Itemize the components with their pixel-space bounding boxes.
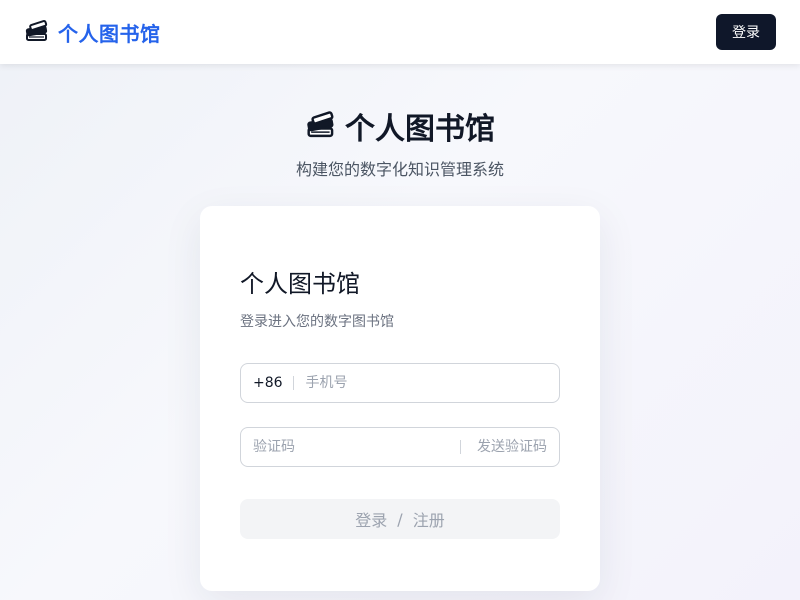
country-code-prefix[interactable]: +86 [253, 376, 294, 390]
card-title: 个人图书馆 [240, 270, 360, 298]
hero: 个人图书馆 构建您的数字化知识管理系统 [0, 104, 800, 180]
login-card: 个人图书馆 登录进入您的数字图书馆 +86 发送验证码 登录 / 注册 [200, 206, 600, 591]
top-nav-bar: 个人图书馆 登录 [0, 0, 800, 64]
submit-separator: / [397, 509, 403, 529]
phone-input[interactable] [305, 375, 547, 391]
page-title: 个人图书馆 [345, 112, 495, 147]
brand[interactable]: 个人图书馆 [24, 18, 161, 47]
phone-field[interactable]: +86 [240, 363, 560, 403]
hero-title-row: 个人图书馆 [305, 104, 495, 148]
verification-code-field[interactable]: 发送验证码 [240, 427, 560, 467]
card-subtitle: 登录进入您的数字图书馆 [240, 314, 394, 330]
submit-register-label: 注册 [412, 511, 445, 530]
send-code-button[interactable]: 发送验证码 [460, 440, 547, 454]
verification-code-input[interactable] [253, 439, 460, 455]
brand-name: 个人图书馆 [58, 21, 161, 46]
login-register-button[interactable]: 登录 / 注册 [240, 499, 560, 539]
books-icon [25, 20, 48, 41]
submit-login-label: 登录 [355, 511, 388, 530]
books-icon [307, 111, 334, 138]
page-subtitle: 构建您的数字化知识管理系统 [295, 160, 504, 179]
login-button[interactable]: 登录 [716, 14, 776, 50]
